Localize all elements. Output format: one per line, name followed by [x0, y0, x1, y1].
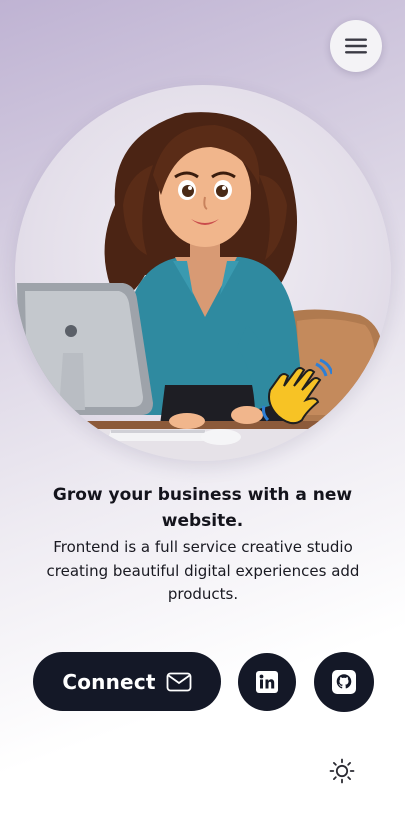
connect-label: Connect [62, 669, 156, 694]
waving-hand-icon [262, 358, 332, 425]
github-icon [332, 670, 356, 694]
linkedin-button[interactable] [238, 653, 296, 711]
mail-icon [166, 672, 192, 691]
github-button[interactable] [314, 652, 374, 712]
hero-avatar [15, 85, 391, 461]
hamburger-menu-icon [345, 38, 367, 54]
sun-icon [329, 758, 355, 784]
theme-toggle-button[interactable] [327, 756, 357, 786]
linkedin-icon [256, 671, 278, 693]
description: Frontend is a full service creative stud… [46, 538, 360, 603]
headline: Grow your business with a new website. [52, 485, 353, 531]
connect-button[interactable]: Connect [33, 652, 221, 711]
woman-at-computer-illustration [15, 112, 391, 461]
menu-button[interactable] [330, 20, 382, 72]
